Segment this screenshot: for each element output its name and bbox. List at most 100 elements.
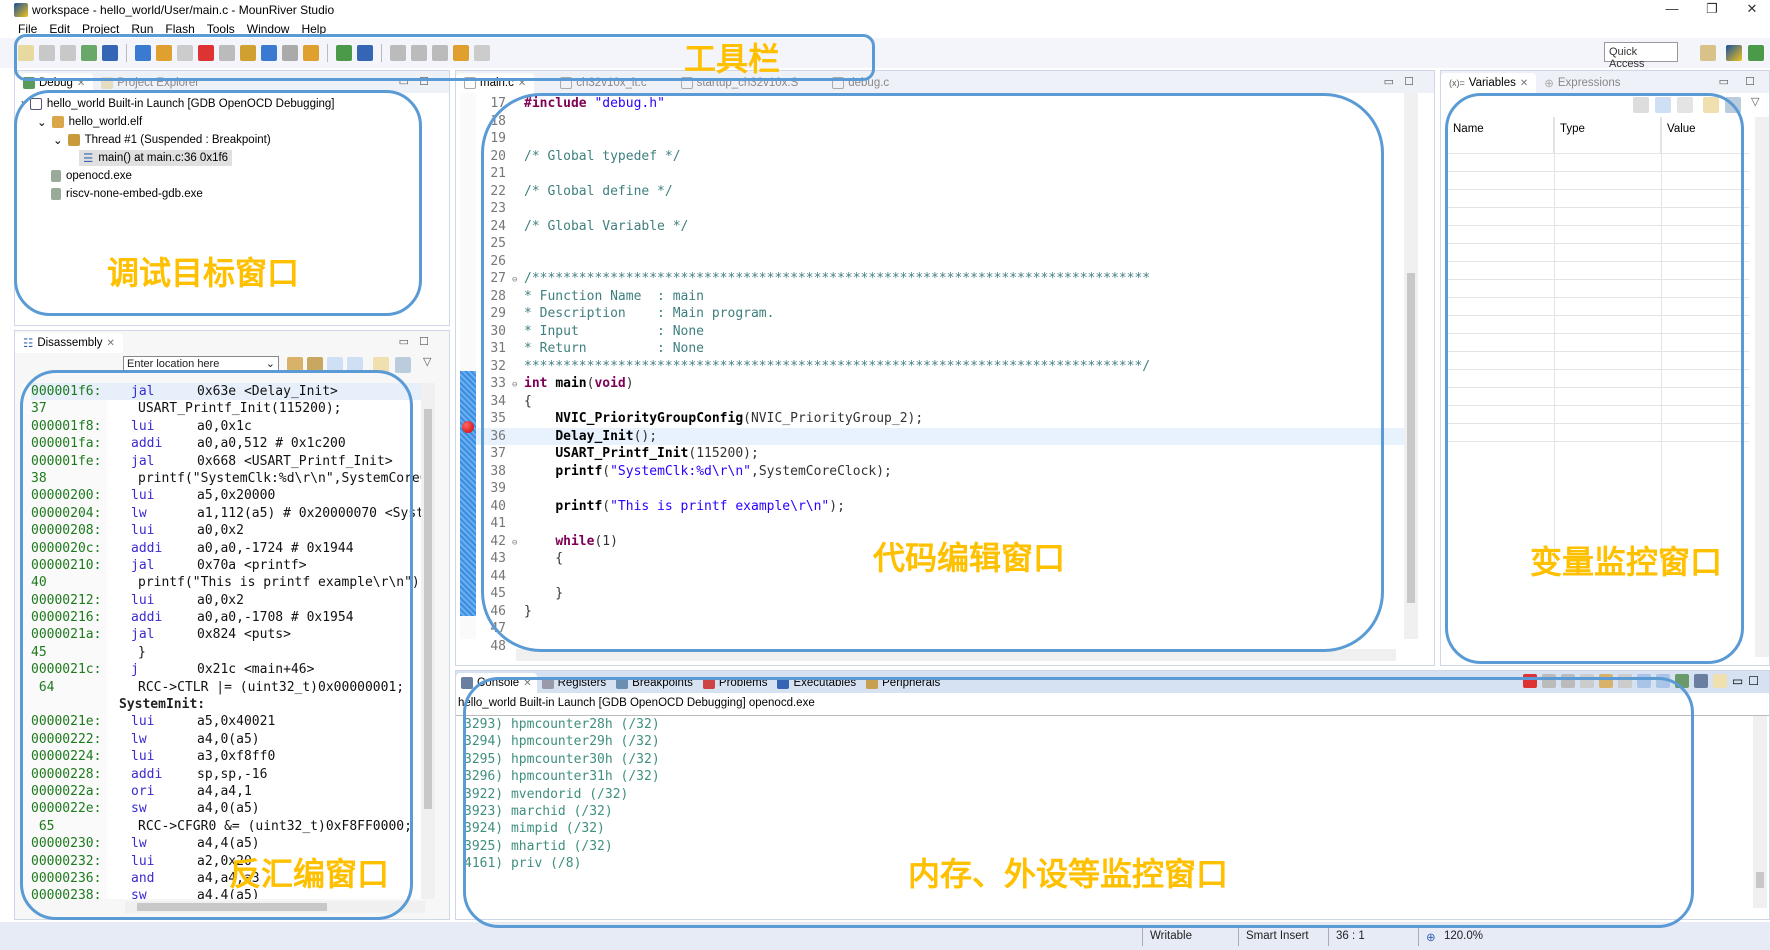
tab-peripherals[interactable]: Peripherals xyxy=(861,673,945,693)
display-console-icon[interactable] xyxy=(1693,674,1708,688)
clear-console-icon[interactable] xyxy=(1579,674,1594,688)
tab-project-explorer[interactable]: Project Explorer xyxy=(93,73,207,93)
menu-tools[interactable]: Tools xyxy=(207,22,235,36)
step-into-icon[interactable] xyxy=(240,45,256,61)
link-with-editor-icon[interactable] xyxy=(327,357,343,373)
minimize-view-icon[interactable]: ▭ xyxy=(1719,75,1729,88)
code-line[interactable]: 36 Delay_Init(); xyxy=(476,427,1406,445)
disassembly-line[interactable]: 00000208: lui a0,0x2 xyxy=(31,522,421,539)
disassembly-line[interactable]: 0000021c: j 0x21c <main+46> xyxy=(31,661,421,678)
disassembly-line[interactable]: 45} xyxy=(31,644,421,661)
close-tab-icon[interactable]: ✕ xyxy=(77,78,85,89)
open-perspective-icon[interactable] xyxy=(1700,45,1716,61)
pin-view-icon[interactable] xyxy=(395,357,411,373)
collapse-icon[interactable]: › xyxy=(21,98,25,110)
column-value[interactable]: Value xyxy=(1661,117,1749,153)
expand-icon[interactable]: ⌄ xyxy=(53,133,63,147)
terminal-icon[interactable] xyxy=(81,45,97,61)
disassembly-line[interactable]: 00000236: and a4,a4,a3 xyxy=(31,870,421,887)
close-button[interactable]: ✕ xyxy=(1732,0,1770,20)
restore-button[interactable]: ❐ xyxy=(1692,0,1732,20)
code-line[interactable]: 38 printf("SystemClk:%d\r\n",SystemCoreC… xyxy=(476,463,1406,481)
disassembly-line[interactable]: 000001f8: lui a0,0x1c xyxy=(31,418,421,435)
show-on-stderr-icon[interactable] xyxy=(1655,674,1670,688)
view-menu-icon[interactable]: ▽ xyxy=(1751,95,1759,108)
scroll-lock-icon[interactable] xyxy=(1598,674,1613,688)
resume-icon[interactable] xyxy=(156,45,172,61)
code-line[interactable]: 20 /* Global typedef */ xyxy=(476,148,1406,166)
code-line[interactable]: 29 * Description : Main program. xyxy=(476,305,1406,323)
tab-expressions[interactable]: ⊕ Expressions xyxy=(1536,73,1628,93)
menu-help[interactable]: Help xyxy=(301,22,326,36)
terminate-icon[interactable] xyxy=(1522,674,1537,688)
chevron-down-icon[interactable]: ⌄ xyxy=(266,357,275,370)
tab-debug-c[interactable]: debug.c xyxy=(824,73,897,93)
tab-registers[interactable]: Registers xyxy=(537,673,612,693)
code-line[interactable]: 27 ⊖/************************************… xyxy=(476,270,1406,288)
location-input[interactable]: Enter location here ⌄ xyxy=(123,356,279,373)
save-all-icon[interactable] xyxy=(60,45,76,61)
maximize-view-icon[interactable]: ☐ xyxy=(1748,674,1759,688)
tree-item-thread[interactable]: ⌄ Thread #1 (Suspended : Breakpoint) xyxy=(21,131,335,149)
open-console-icon[interactable] xyxy=(1712,674,1727,688)
console-vertical-scrollbar[interactable] xyxy=(1753,716,1767,908)
show-source-icon[interactable] xyxy=(347,357,363,373)
code-line[interactable]: 37 USART_Printf_Init(115200); xyxy=(476,445,1406,463)
disassembly-line[interactable]: 00000222: lw a4,0(a5) xyxy=(31,731,421,748)
disassembly-line[interactable]: 00000232: lui a2,0x20 xyxy=(31,853,421,870)
code-line[interactable]: 31 * Return : None xyxy=(476,340,1406,358)
tree-item-stack-frame[interactable]: ☰ main() at main.c:36 0x1f6 xyxy=(21,149,335,167)
code-line[interactable]: 24 /* Global Variable */ xyxy=(476,218,1406,236)
disassembly-line[interactable]: 0000021e: lui a5,0x40021 xyxy=(31,713,421,730)
menu-run[interactable]: Run xyxy=(131,22,153,36)
code-line[interactable]: 18 xyxy=(476,113,1406,131)
search-icon[interactable] xyxy=(357,45,373,61)
tab-executables[interactable]: Executables xyxy=(772,673,861,693)
disassembly-line[interactable]: SystemInit: xyxy=(31,696,421,713)
tab-debug[interactable]: Debug ✕ xyxy=(15,73,94,93)
tab-startup_ch32v10x-s[interactable]: startup_ch32v10x.S xyxy=(673,73,807,93)
show-type-names-icon[interactable] xyxy=(1655,97,1671,113)
close-tab-icon[interactable]: ✕ xyxy=(1520,78,1528,89)
disassembly-line[interactable]: 00000238: sw a4,4(a5) xyxy=(31,887,421,899)
tab-ch32v10x_it-c[interactable]: ch32v10x_it.c xyxy=(552,73,654,93)
disassembly-line[interactable]: 000001f6: jal 0x63e <Delay_Init> xyxy=(31,383,421,401)
disassembly-line[interactable]: 00000200: lui a5,0x20000 xyxy=(31,487,421,504)
instruction-step-icon[interactable] xyxy=(303,45,319,61)
code-line[interactable]: 44 xyxy=(476,568,1406,586)
mounriver-perspective-icon[interactable] xyxy=(1726,45,1742,61)
pin-console-icon[interactable] xyxy=(1674,674,1689,688)
code-line[interactable]: 34 { xyxy=(476,393,1406,411)
console-output[interactable]: 3293) hpmcounter28h (/32) 3294) hpmcounte… xyxy=(464,716,660,873)
restart-icon[interactable] xyxy=(135,45,151,61)
terminate-icon[interactable] xyxy=(198,45,214,61)
code-line[interactable]: 45 } xyxy=(476,585,1406,603)
next-annotation-icon[interactable] xyxy=(390,45,406,61)
code-line[interactable]: 22 /* Global define */ xyxy=(476,183,1406,201)
code-line[interactable]: 41 xyxy=(476,515,1406,533)
disassembly-line[interactable]: 000001fa: addi a0,a0,512 # 0x1c200 xyxy=(31,435,421,452)
menu-flash[interactable]: Flash xyxy=(165,22,194,36)
disconnect-icon[interactable] xyxy=(219,45,235,61)
disassembly-line[interactable]: 0000022e: sw a4,0(a5) xyxy=(31,800,421,817)
close-tab-icon[interactable]: ✕ xyxy=(107,338,115,349)
code-line[interactable]: 23 xyxy=(476,200,1406,218)
editor-horizontal-scrollbar[interactable] xyxy=(516,649,1396,661)
pin-view-icon[interactable] xyxy=(1725,97,1741,113)
disassembly-line[interactable]: 000001fe: jal 0x668 <USART_Printf_Init> xyxy=(31,453,421,470)
remove-launch-icon[interactable] xyxy=(1541,674,1556,688)
menu-window[interactable]: Window xyxy=(247,22,290,36)
minimize-button[interactable]: — xyxy=(1652,0,1692,20)
tab-console[interactable]: Console ✕ xyxy=(456,673,537,693)
home-icon[interactable] xyxy=(307,357,323,373)
disassembly-line[interactable]: 00000228: addi sp,sp,-16 xyxy=(31,766,421,783)
close-tab-icon[interactable]: ✕ xyxy=(518,78,526,89)
minimize-view-icon[interactable]: ▭ xyxy=(1384,75,1394,88)
step-over-icon[interactable] xyxy=(261,45,277,61)
prev-annotation-icon[interactable] xyxy=(411,45,427,61)
maximize-view-icon[interactable]: ☐ xyxy=(419,75,429,88)
tree-item-gdb[interactable]: riscv-none-embed-gdb.exe xyxy=(21,185,335,203)
menu-project[interactable]: Project xyxy=(82,22,119,36)
disassembly-vertical-scrollbar[interactable] xyxy=(421,383,435,899)
debug-icon[interactable] xyxy=(336,45,352,61)
